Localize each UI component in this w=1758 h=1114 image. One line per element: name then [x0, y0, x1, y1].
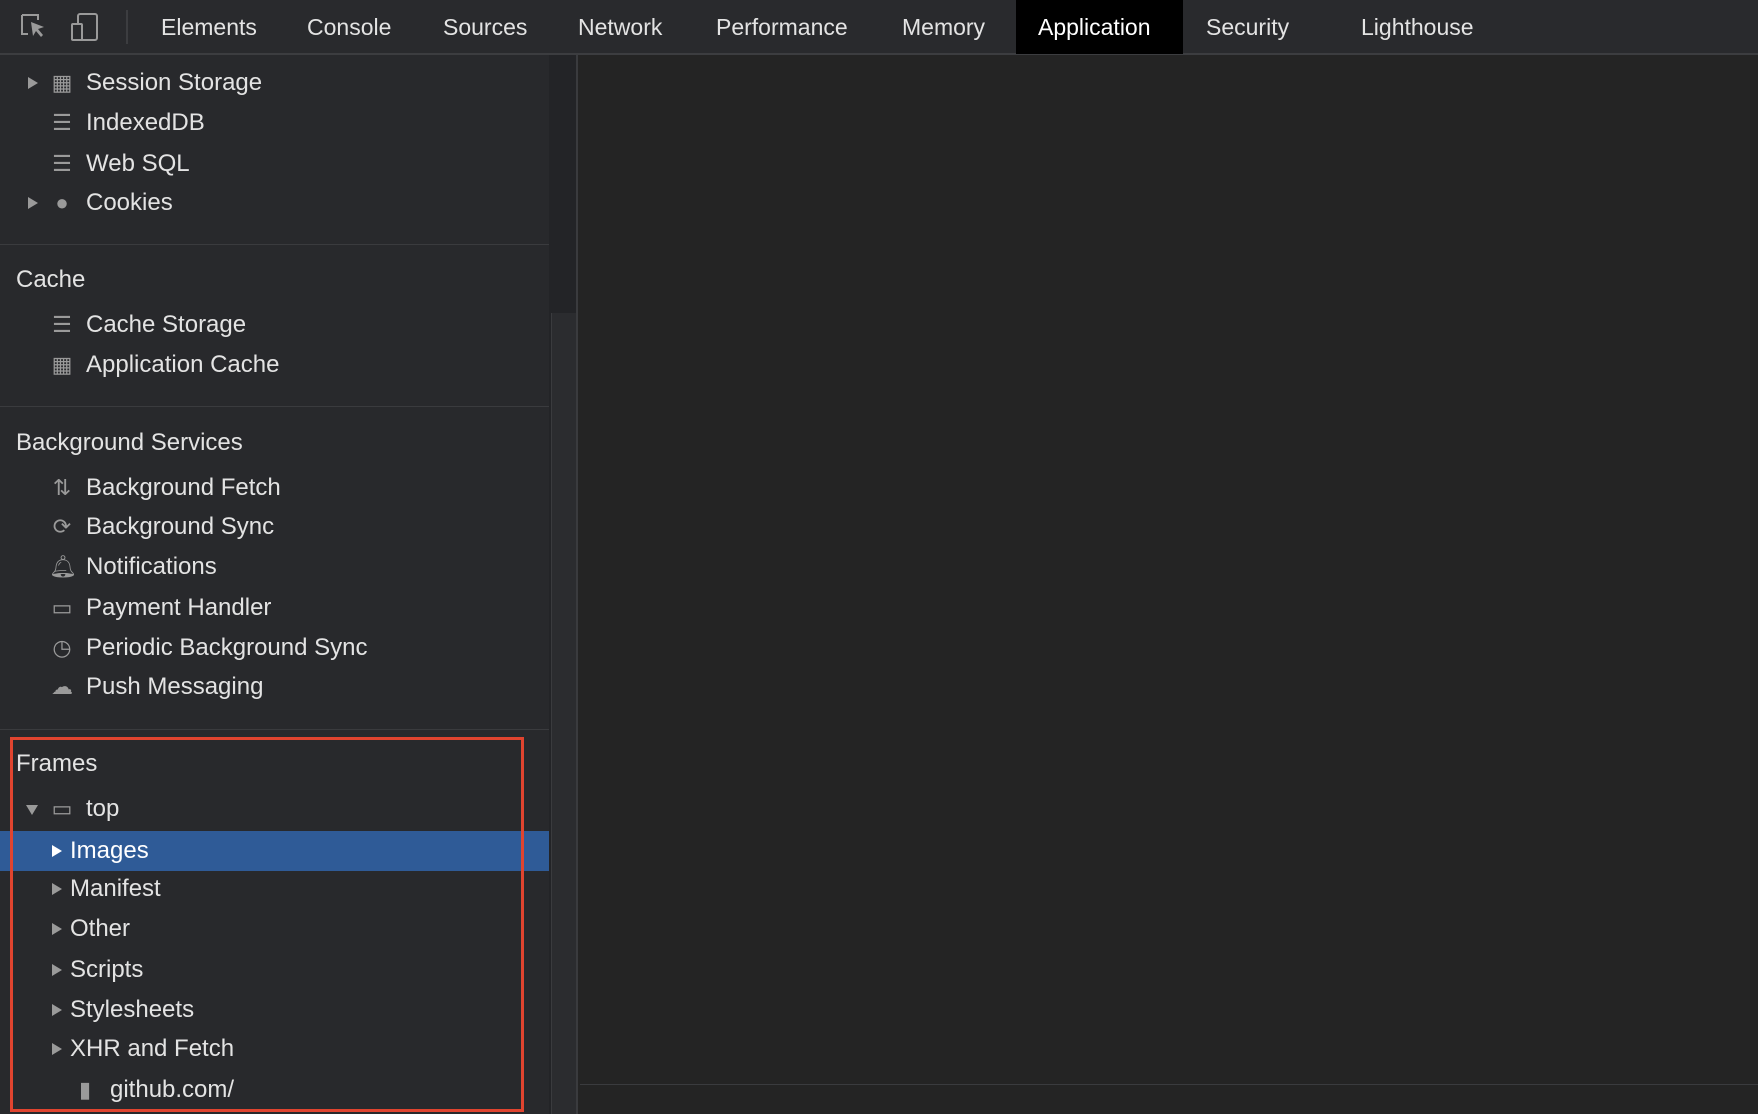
- expand-arrow-icon[interactable]: [28, 77, 38, 89]
- sidebar-scrollbar-thumb[interactable]: [551, 313, 576, 1114]
- cookie-icon: ●: [55, 190, 69, 215]
- section-header-cache: Cache: [16, 266, 86, 293]
- tab-security[interactable]: Security: [1184, 0, 1311, 54]
- credit-card-icon: ▭: [51, 595, 73, 620]
- up-down-arrows-icon: ⇅: [52, 475, 72, 500]
- sidebar-item-web-sql[interactable]: ☰ Web SQL: [0, 144, 549, 184]
- cloud-icon: ☁: [51, 674, 73, 699]
- section-divider: [0, 244, 549, 245]
- sidebar-item-application-cache[interactable]: ▦ Application Cache: [0, 345, 549, 385]
- sidebar-item-session-storage[interactable]: ▦ Session Storage: [0, 63, 549, 103]
- tab-sources[interactable]: Sources: [421, 0, 549, 54]
- sidebar-item-payment-handler[interactable]: ▭ Payment Handler: [0, 588, 549, 628]
- expand-arrow-icon[interactable]: [28, 197, 38, 209]
- highlight-box: [10, 737, 524, 1112]
- sidebar-item-background-sync[interactable]: ⟳ Background Sync: [0, 507, 549, 547]
- database-icon: ☰: [52, 151, 72, 176]
- sidebar-item-notifications[interactable]: 🔔︎ Notifications: [0, 547, 549, 587]
- tab-console[interactable]: Console: [285, 0, 413, 54]
- devtools-tab-bar: Elements Console Sources Network Perform…: [0, 0, 1758, 55]
- section-header-background-services: Background Services: [16, 429, 243, 456]
- sidebar-item-cache-storage[interactable]: ☰ Cache Storage: [0, 305, 549, 345]
- sidebar-item-background-fetch[interactable]: ⇅ Background Fetch: [0, 468, 549, 508]
- sidebar-item-periodic-background-sync[interactable]: ◷ Periodic Background Sync: [0, 628, 549, 668]
- main-panel-divider: [580, 1084, 1758, 1085]
- section-divider: [0, 406, 549, 407]
- tab-network[interactable]: Network: [556, 0, 684, 54]
- tab-performance[interactable]: Performance: [694, 0, 870, 54]
- sidebar-item-cookies[interactable]: ● Cookies: [0, 183, 549, 223]
- tab-application[interactable]: Application: [1016, 0, 1183, 54]
- sync-icon: ⟳: [52, 514, 72, 539]
- tab-lighthouse[interactable]: Lighthouse: [1339, 0, 1496, 54]
- database-icon: ☰: [52, 110, 72, 135]
- toolbar-divider: [126, 10, 128, 44]
- table-icon: ▦: [51, 352, 73, 377]
- sidebar-item-push-messaging[interactable]: ☁ Push Messaging: [0, 667, 549, 707]
- device-toolbar-icon[interactable]: [70, 12, 100, 42]
- clock-icon: ◷: [52, 635, 72, 660]
- database-icon: ☰: [52, 312, 72, 337]
- table-icon: ▦: [51, 70, 73, 95]
- tab-memory[interactable]: Memory: [880, 0, 1007, 54]
- tab-elements[interactable]: Elements: [139, 0, 279, 54]
- section-divider: [0, 729, 549, 730]
- inspect-element-icon[interactable]: [19, 12, 49, 42]
- bell-icon: 🔔︎: [49, 554, 77, 579]
- sidebar-item-indexeddb[interactable]: ☰ IndexedDB: [0, 103, 549, 143]
